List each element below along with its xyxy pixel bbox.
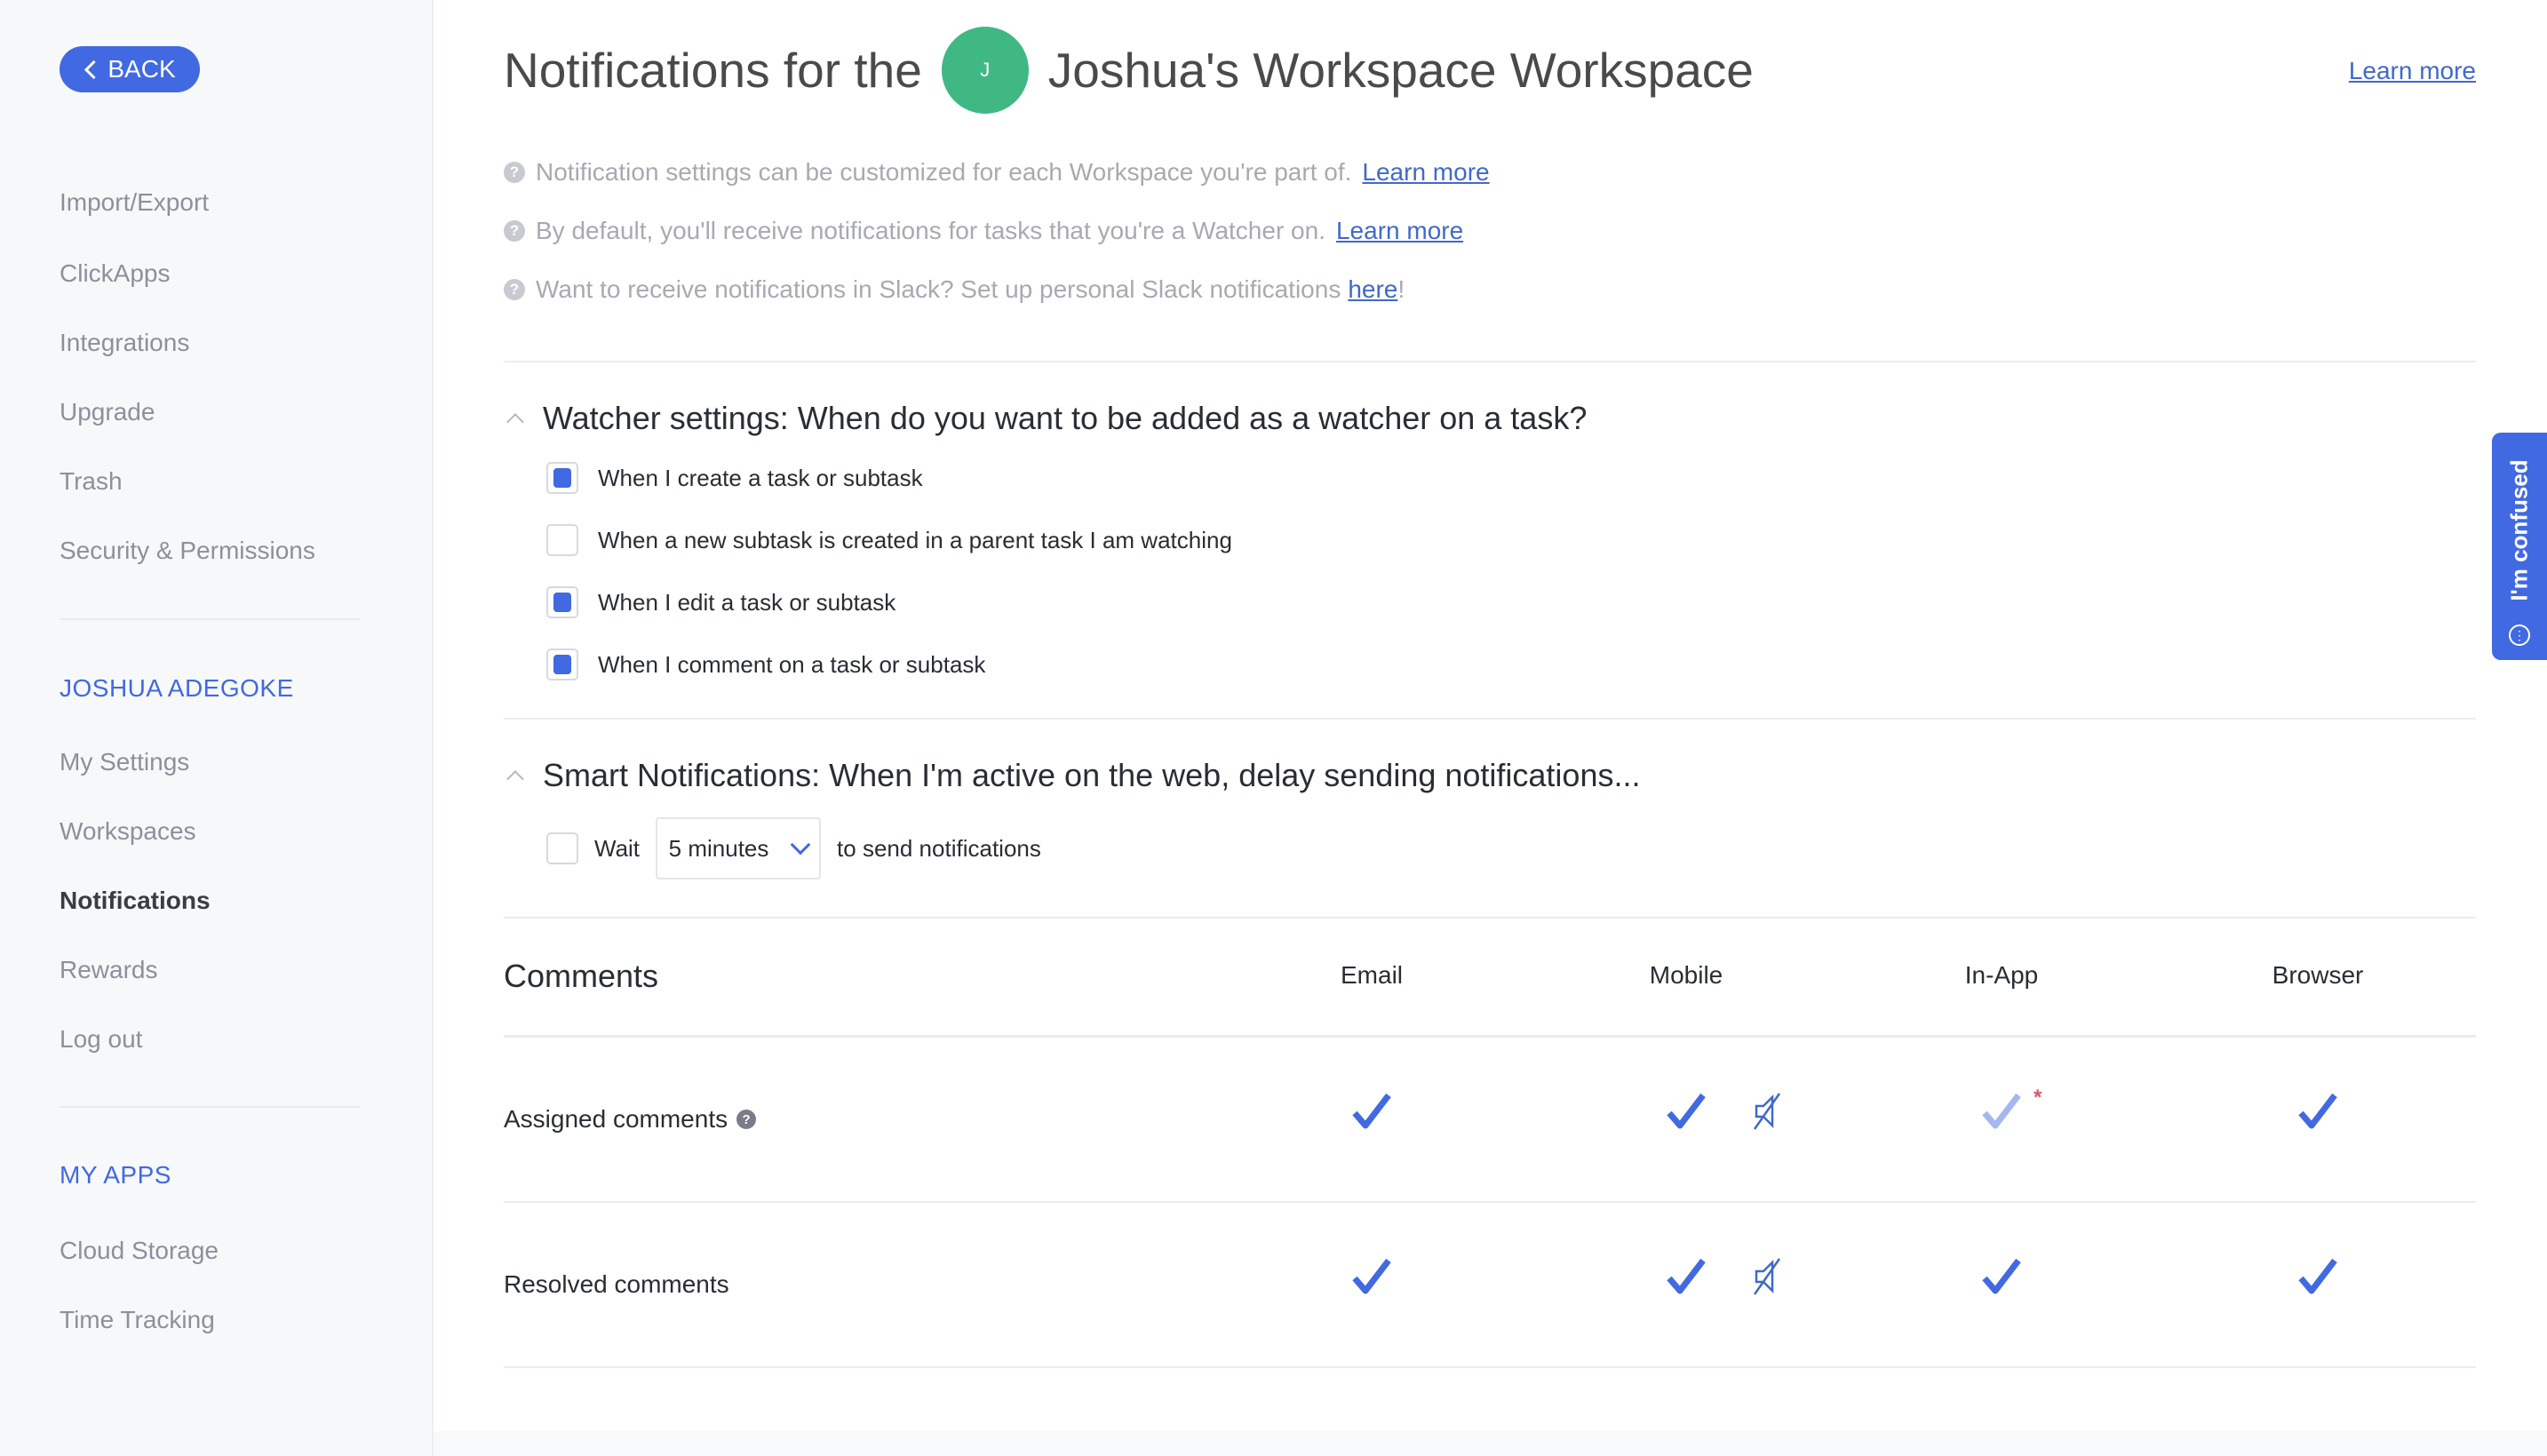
learn-more-link[interactable]: Learn more: [1362, 158, 1489, 187]
column-in-app: In-App: [1964, 961, 2039, 989]
help-icon: ?: [504, 279, 525, 300]
row-label-text: Assigned comments: [504, 1105, 728, 1133]
check-icon-browser[interactable]: [2297, 1092, 2338, 1131]
muted-bell-icon[interactable]: [1751, 1092, 1783, 1131]
apps-section-heading: MY APPS: [60, 1161, 171, 1189]
sidebar-item-import-export[interactable]: Import/Export: [60, 188, 209, 217]
delay-select[interactable]: 5 minutes: [656, 817, 822, 879]
section-title: Smart Notifications: When I'm active on …: [543, 757, 1641, 793]
sidebar-item-notifications[interactable]: Notifications: [60, 887, 211, 915]
learn-more-link[interactable]: Learn more: [1336, 217, 1463, 245]
back-button[interactable]: BACK: [60, 46, 200, 92]
option-label: When a new subtask is created in a paren…: [598, 526, 1232, 553]
wait-checkbox[interactable]: [546, 832, 578, 864]
watcher-option: When I edit a task or subtask: [546, 586, 895, 618]
column-email: Email: [1340, 961, 1404, 989]
check-icon-browser[interactable]: [2297, 1257, 2338, 1296]
collapse-icon[interactable]: [506, 413, 524, 431]
info-line: ? Want to receive notifications in Slack…: [504, 275, 1405, 304]
sidebar-item-security[interactable]: Security & Permissions: [60, 537, 315, 565]
option-label: When I create a task or subtask: [598, 464, 923, 491]
help-icon: ?: [504, 162, 525, 183]
sidebar-item-integrations[interactable]: Integrations: [60, 329, 189, 357]
wait-suffix: to send notifications: [837, 834, 1041, 862]
back-label: BACK: [107, 55, 176, 83]
comments-table-title: Comments: [504, 958, 659, 994]
checkbox[interactable]: [546, 586, 578, 618]
workspace-name: Joshua's Workspace Workspace: [1047, 43, 1754, 98]
check-icon-email[interactable]: [1351, 1092, 1392, 1131]
workspace-avatar: J: [941, 27, 1029, 114]
check-icon-mobile[interactable]: [1666, 1092, 1707, 1131]
table-row-label: Resolved comments: [504, 1270, 729, 1299]
watcher-settings-heading: Watcher settings: When do you want to be…: [504, 400, 1587, 437]
info-text: By default, you'll receive notifications…: [536, 217, 1325, 244]
divider: [504, 361, 2476, 362]
info-line: ? By default, you'll receive notificatio…: [504, 217, 1463, 245]
collapse-icon[interactable]: [506, 770, 524, 788]
help-icon[interactable]: ?: [736, 1110, 757, 1129]
check-icon-in-app[interactable]: [1981, 1257, 2022, 1296]
sidebar-item-log-out[interactable]: Log out: [60, 1025, 142, 1054]
checkbox-checked: [553, 593, 571, 612]
muted-bell-icon[interactable]: [1751, 1257, 1783, 1296]
sidebar-item-my-settings[interactable]: My Settings: [60, 748, 189, 776]
row-label-text: Resolved comments: [504, 1270, 729, 1298]
delay-value: 5 minutes: [668, 834, 769, 862]
option-label: When I comment on a task or subtask: [598, 650, 986, 678]
column-browser: Browser: [2272, 961, 2364, 989]
im-confused-button[interactable]: I'm confused ⋮: [2492, 433, 2547, 660]
learn-more-link[interactable]: Learn more: [2349, 57, 2476, 85]
wait-label: Wait: [594, 834, 641, 862]
smart-wait-row: Wait 5 minutes to send notifications: [546, 817, 1041, 879]
watcher-option: When a new subtask is created in a paren…: [546, 524, 1232, 556]
checkbox-checked: [553, 655, 571, 674]
sidebar-item-time-tracking[interactable]: Time Tracking: [60, 1306, 215, 1334]
title-prefix: Notifications for the: [504, 43, 922, 98]
help-icon: ?: [504, 220, 525, 242]
info-suffix: !: [1397, 275, 1405, 303]
watcher-option: When I comment on a task or subtask: [546, 648, 985, 680]
sidebar-item-rewards[interactable]: Rewards: [60, 956, 157, 984]
im-confused-label: I'm confused: [2505, 459, 2533, 601]
required-asterisk: *: [2034, 1086, 2042, 1110]
sidebar-item-cloud-storage[interactable]: Cloud Storage: [60, 1237, 219, 1265]
watcher-option: When I create a task or subtask: [546, 462, 923, 494]
sidebar-divider: [60, 618, 360, 620]
sidebar-item-workspaces[interactable]: Workspaces: [60, 817, 196, 846]
table-header-divider: [504, 1035, 2476, 1038]
info-text: Notification settings can be customized …: [536, 158, 1352, 186]
sidebar-divider: [60, 1106, 360, 1108]
divider: [504, 718, 2476, 720]
checkbox[interactable]: [546, 462, 578, 494]
info-text: Want to receive notifications in Slack? …: [536, 275, 1341, 303]
section-title: Watcher settings: When do you want to be…: [543, 400, 1588, 436]
checkbox[interactable]: [546, 524, 578, 556]
check-icon-mobile[interactable]: [1666, 1257, 1707, 1296]
chevron-left-icon: [84, 60, 104, 79]
check-icon-email[interactable]: [1351, 1257, 1392, 1296]
page-title: Notifications for the J Joshua's Workspa…: [504, 27, 1754, 114]
info-line: ? Notification settings can be customize…: [504, 158, 1490, 187]
user-section-heading: JOSHUA ADEGOKE: [60, 674, 294, 702]
row-divider: [504, 1366, 2476, 1368]
smart-notifications-heading: Smart Notifications: When I'm active on …: [504, 757, 1640, 794]
check-icon-in-app-partial[interactable]: [1981, 1092, 2022, 1131]
sidebar-item-clickapps[interactable]: ClickApps: [60, 259, 170, 288]
chat-bubble-icon: ⋮: [2509, 625, 2530, 646]
divider: [504, 917, 2476, 919]
sidebar-item-trash[interactable]: Trash: [60, 467, 123, 496]
checkbox[interactable]: [546, 648, 578, 680]
table-row-label: Assigned comments ?: [504, 1105, 757, 1134]
slack-setup-link[interactable]: here: [1348, 275, 1397, 303]
option-label: When I edit a task or subtask: [598, 588, 896, 616]
settings-sidebar: BACK Import/Export ClickApps Integration…: [0, 0, 434, 1456]
row-divider: [504, 1201, 2476, 1203]
checkbox-checked: [553, 468, 571, 488]
bottom-fade: [434, 1431, 2547, 1456]
sidebar-item-upgrade[interactable]: Upgrade: [60, 398, 155, 426]
chevron-down-icon: [791, 834, 811, 855]
column-mobile: Mobile: [1649, 961, 1723, 989]
